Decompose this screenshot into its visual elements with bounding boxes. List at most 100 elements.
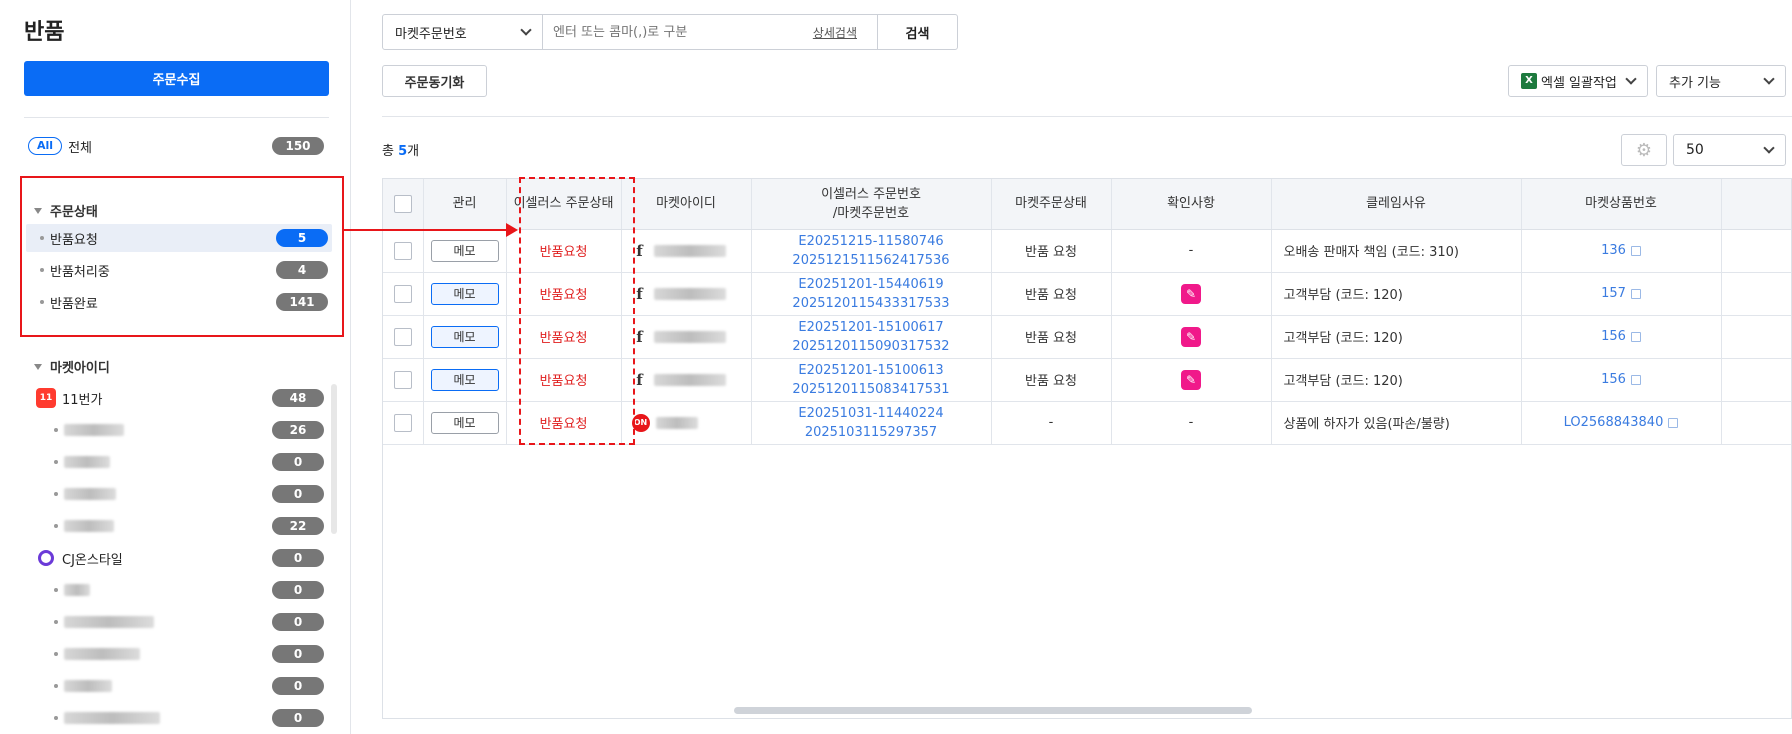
- count-badge: 150: [272, 137, 324, 155]
- count-badge: 0: [272, 453, 324, 471]
- product-no-cell: 136: [1521, 229, 1722, 273]
- sidebar-scrollbar[interactable]: [331, 384, 337, 534]
- market-cj-onstyle[interactable]: CJ온스타일 0: [36, 548, 324, 568]
- row-checkbox[interactable]: [393, 284, 412, 303]
- market-label: CJ온스타일: [62, 552, 123, 568]
- status-item-return-requested[interactable]: 반품요청 5: [26, 224, 332, 252]
- search-type-value: 마켓주문번호: [395, 26, 467, 42]
- redacted-account: [64, 424, 124, 436]
- market-order-no-link[interactable]: 2025103115297357: [752, 423, 991, 442]
- external-link-icon[interactable]: [1668, 417, 1679, 428]
- collect-orders-button[interactable]: 주문수집: [24, 61, 329, 96]
- order-no-cell: E20251201-15100613 2025120115083417531: [751, 358, 992, 402]
- order-no-cell: E20251031-11440224 2025103115297357: [751, 401, 992, 445]
- market-account-item[interactable]: 0: [54, 708, 324, 728]
- market-order-no-link[interactable]: 2025121511562417536: [752, 251, 991, 270]
- external-link-icon[interactable]: [1630, 374, 1641, 385]
- market-id-cell: f: [621, 272, 752, 316]
- count-badge: 48: [272, 389, 324, 407]
- manage-cell: 메모: [423, 358, 507, 402]
- market-status-cell: 반품 요청: [991, 229, 1112, 273]
- product-no-link[interactable]: 136: [1601, 243, 1626, 258]
- column-settings-button[interactable]: ⚙: [1621, 134, 1667, 166]
- row-select-cell: [383, 401, 424, 445]
- search-input[interactable]: [543, 15, 813, 49]
- check-cell: ✎: [1111, 315, 1272, 359]
- check-cell: -: [1111, 229, 1272, 273]
- market-account-item[interactable]: 26: [54, 420, 324, 440]
- search-button[interactable]: 검색: [877, 15, 957, 49]
- product-no-link[interactable]: 156: [1601, 372, 1626, 387]
- order-no-link[interactable]: E20251201-15100617: [752, 318, 991, 337]
- excel-batch-button[interactable]: X 엑셀 일괄작업: [1508, 65, 1648, 97]
- product-no-link[interactable]: 156: [1601, 329, 1626, 344]
- excel-icon: X: [1521, 73, 1537, 89]
- row-checkbox[interactable]: [393, 241, 412, 260]
- memo-button[interactable]: 메모: [430, 368, 499, 391]
- memo-button[interactable]: 메모: [430, 282, 499, 305]
- bullet-icon: [54, 460, 58, 464]
- market-account-item[interactable]: 0: [54, 484, 324, 504]
- 11st-icon: 11: [36, 388, 56, 408]
- market-account-item[interactable]: 0: [54, 612, 324, 632]
- market-order-no-link[interactable]: 2025120115433317533: [752, 294, 991, 313]
- order-no-link[interactable]: E20251201-15100613: [752, 361, 991, 380]
- market-account-item[interactable]: 0: [54, 644, 324, 664]
- market-status-cell: 반품 요청: [991, 315, 1112, 359]
- redacted-account: [64, 712, 160, 724]
- market-order-no-link[interactable]: 2025120115090317532: [752, 337, 991, 356]
- annotation-arrow-head-icon: [506, 223, 518, 237]
- status-item-return-processing[interactable]: 반품처리중 4: [26, 256, 332, 284]
- status-group-header[interactable]: 주문상태: [34, 201, 98, 220]
- external-link-icon[interactable]: [1630, 245, 1641, 256]
- redacted-account: [64, 488, 116, 500]
- order-no-link[interactable]: E20251201-15440619: [752, 275, 991, 294]
- external-link-icon[interactable]: [1630, 288, 1641, 299]
- horizontal-scrollbar[interactable]: [734, 707, 1252, 714]
- manage-cell: 메모: [423, 401, 507, 445]
- select-all-checkbox[interactable]: [393, 194, 412, 213]
- col-check: 확인사항: [1111, 179, 1272, 230]
- note-icon[interactable]: ✎: [1181, 283, 1201, 304]
- memo-button[interactable]: 메모: [430, 411, 499, 434]
- market-group-title: 마켓아이디: [50, 361, 110, 376]
- more-button-label: 추가 기능: [1669, 75, 1721, 91]
- redacted-account: [64, 648, 140, 660]
- market-11st[interactable]: 11 11번가 48: [36, 388, 324, 408]
- market-account-item[interactable]: 0: [54, 452, 324, 472]
- market-order-no-link[interactable]: 2025120115083417531: [752, 380, 991, 399]
- status-item-return-complete[interactable]: 반품완료 141: [26, 288, 332, 316]
- order-no-link[interactable]: E20251031-11440224: [752, 404, 991, 423]
- more-features-button[interactable]: 추가 기능: [1656, 65, 1786, 97]
- external-link-icon[interactable]: [1630, 331, 1641, 342]
- page-size-select[interactable]: 50: [1673, 134, 1786, 166]
- count-badge: 22: [272, 517, 324, 535]
- product-no-link[interactable]: 157: [1601, 286, 1626, 301]
- bullet-icon: [54, 684, 58, 688]
- sync-orders-button[interactable]: 주문동기화: [382, 65, 487, 97]
- note-icon[interactable]: ✎: [1181, 369, 1201, 390]
- claim-reason-cell: 고객부담 (코드: 120): [1271, 315, 1522, 359]
- memo-button[interactable]: 메모: [430, 239, 499, 262]
- col-manage: 관리: [423, 179, 507, 230]
- market-account-item[interactable]: 0: [54, 676, 324, 696]
- product-no-cell: LO2568843840: [1521, 401, 1722, 445]
- row-checkbox[interactable]: [393, 370, 412, 389]
- count-badge: 0: [272, 613, 324, 631]
- filter-all[interactable]: All 전체 150: [28, 136, 324, 156]
- note-icon[interactable]: ✎: [1181, 326, 1201, 347]
- annotation-arrow-line: [344, 229, 509, 231]
- market-account-item[interactable]: 0: [54, 580, 324, 600]
- order-no-link[interactable]: E20251215-11580746: [752, 232, 991, 251]
- gear-icon: ⚙: [1635, 139, 1653, 161]
- row-checkbox[interactable]: [393, 327, 412, 346]
- product-no-link[interactable]: LO2568843840: [1564, 415, 1664, 430]
- detail-search-link[interactable]: 상세검색: [813, 24, 857, 41]
- memo-button[interactable]: 메모: [430, 325, 499, 348]
- extra-cell: [1721, 401, 1791, 445]
- search-type-select[interactable]: 마켓주문번호: [383, 15, 543, 49]
- chevron-down-icon: [520, 24, 532, 36]
- market-account-item[interactable]: 22: [54, 516, 324, 536]
- market-group-header[interactable]: 마켓아이디: [34, 357, 110, 376]
- row-checkbox[interactable]: [393, 413, 412, 432]
